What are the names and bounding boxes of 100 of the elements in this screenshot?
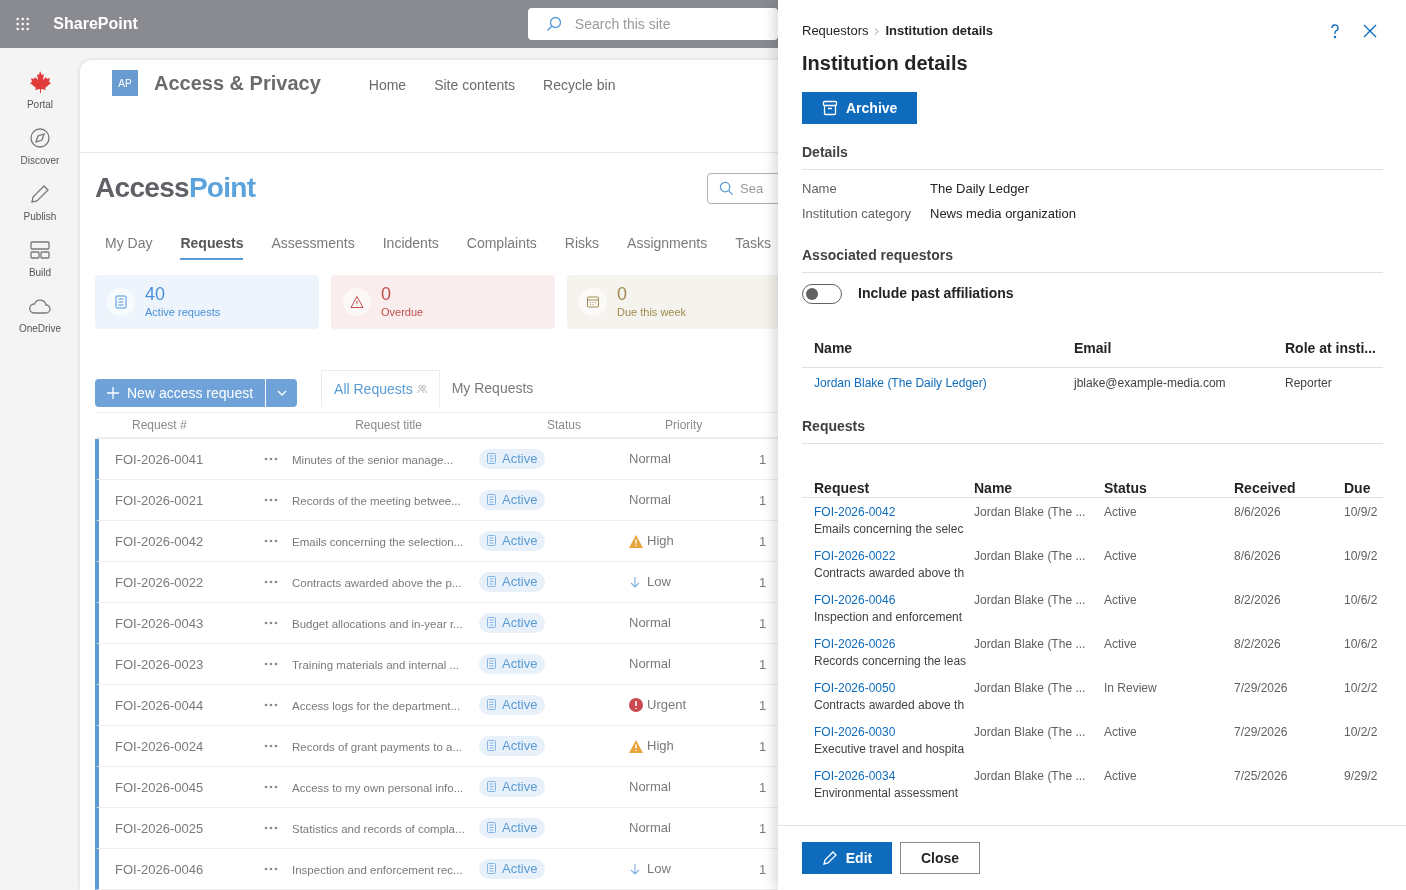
- tab[interactable]: My Day: [105, 228, 153, 260]
- column-header[interactable]: Name: [814, 340, 853, 356]
- field-value: The Daily Ledger: [930, 180, 1029, 198]
- site-logo[interactable]: AP: [112, 70, 138, 96]
- nav-link[interactable]: Site contents: [434, 75, 516, 96]
- request-link[interactable]: FOI-2026-0030: [814, 724, 896, 740]
- app-launcher-icon[interactable]: [16, 16, 30, 32]
- archive-button[interactable]: Archive: [802, 92, 918, 124]
- search-icon: [545, 16, 562, 32]
- table-cell: 1: [759, 616, 767, 631]
- section-heading: Details: [802, 144, 848, 160]
- close-button[interactable]: Close: [900, 842, 980, 874]
- tab[interactable]: Complaints: [466, 228, 537, 260]
- rail-link[interactable]: Publish: [23, 209, 57, 224]
- column-header[interactable]: Received: [1234, 480, 1296, 496]
- tab[interactable]: Incidents: [382, 228, 439, 260]
- rail-link[interactable]: Build: [28, 265, 52, 280]
- stat-card[interactable]: 0 Overdue: [331, 275, 555, 329]
- table-cell: Records of grant payments to a...: [292, 741, 463, 753]
- requestor-link[interactable]: Jordan Blake (The Daily Ledger): [814, 376, 987, 390]
- request-link[interactable]: FOI-2026-0046: [814, 592, 896, 608]
- rail-link[interactable]: Portal: [26, 97, 54, 112]
- table-cell: Inspection and enforcement rec...: [292, 864, 463, 876]
- more-icon[interactable]: [264, 867, 278, 871]
- table-cell: 10/9/2: [1344, 505, 1378, 519]
- status-badge: Active: [479, 530, 546, 551]
- status-badge: Active: [479, 735, 546, 756]
- tab[interactable]: Requests: [180, 228, 244, 260]
- column-header[interactable]: Name: [974, 480, 1013, 496]
- new-request-button[interactable]: New access request: [95, 379, 266, 407]
- priority-text: Normal: [629, 655, 671, 674]
- field-value: News media organization: [930, 205, 1076, 223]
- more-icon[interactable]: [264, 580, 278, 584]
- more-icon[interactable]: [264, 457, 278, 461]
- site-title[interactable]: Access & Privacy: [154, 70, 321, 96]
- table-cell: 1: [759, 698, 767, 713]
- app-name[interactable]: SharePoint: [53, 12, 138, 36]
- table-cell: 1: [759, 575, 767, 590]
- priority-text: Normal: [629, 450, 671, 469]
- column-header[interactable]: Status: [1104, 480, 1147, 496]
- table-cell: Reporter: [1285, 376, 1332, 390]
- rail-link[interactable]: OneDrive: [18, 321, 62, 336]
- table-cell: 8/2/2026: [1234, 637, 1281, 651]
- view-tab[interactable]: My Requests: [439, 370, 546, 407]
- dropdown-button[interactable]: [265, 379, 298, 407]
- more-icon[interactable]: [264, 662, 278, 666]
- column-header[interactable]: Request #: [132, 418, 187, 432]
- table-cell: Minutes of the senior manage...: [292, 454, 454, 466]
- document-icon: [487, 863, 496, 874]
- more-icon[interactable]: [264, 539, 278, 543]
- table-cell: FOI-2026-0044: [115, 698, 204, 713]
- tab[interactable]: Risks: [564, 228, 600, 260]
- arrow-down-icon: [629, 863, 641, 875]
- nav-link[interactable]: Recycle bin: [543, 75, 616, 96]
- status-badge: Active: [479, 694, 546, 715]
- search-field[interactable]: Search this site: [527, 8, 778, 40]
- priority-text: High: [647, 737, 674, 756]
- edit-button[interactable]: Edit: [802, 842, 892, 874]
- tab[interactable]: Assessments: [271, 228, 355, 260]
- toggle-switch[interactable]: [802, 283, 842, 304]
- tab[interactable]: Assignments: [627, 228, 708, 260]
- request-link[interactable]: FOI-2026-0050: [814, 680, 896, 696]
- column-header[interactable]: Due: [1344, 480, 1371, 496]
- rail-link[interactable]: Discover: [20, 153, 60, 168]
- request-link[interactable]: FOI-2026-0034: [814, 768, 896, 784]
- more-icon[interactable]: [264, 744, 278, 748]
- status-badge: Active: [479, 571, 546, 592]
- stat-card[interactable]: 0 Due this week: [567, 275, 778, 329]
- table-cell: Emails concerning the selection...: [292, 536, 464, 548]
- request-link[interactable]: FOI-2026-0026: [814, 636, 896, 652]
- table-cell: Active: [1104, 637, 1137, 651]
- view-tab[interactable]: All Requests: [321, 370, 440, 407]
- more-icon[interactable]: [264, 785, 278, 789]
- more-icon[interactable]: [264, 826, 278, 830]
- more-icon[interactable]: [264, 621, 278, 625]
- request-title: Records concerning the leas: [814, 653, 967, 669]
- stat-label: Overdue: [381, 304, 424, 320]
- column-header[interactable]: Email: [1074, 340, 1112, 356]
- request-link[interactable]: FOI-2026-0022: [814, 548, 896, 564]
- column-header[interactable]: Priority: [665, 418, 703, 432]
- column-header[interactable]: Request title: [355, 418, 422, 432]
- priority-text: High: [647, 532, 674, 551]
- column-header[interactable]: Status: [547, 418, 581, 432]
- breadcrumb-link[interactable]: Requestors: [802, 21, 869, 41]
- document-icon: [487, 453, 496, 464]
- column-header[interactable]: Role at insti...: [1285, 340, 1376, 356]
- tab[interactable]: Tasks: [735, 228, 771, 260]
- priority-text: Normal: [629, 614, 671, 633]
- request-link[interactable]: FOI-2026-0042: [814, 504, 896, 520]
- more-icon[interactable]: [264, 498, 278, 502]
- table-cell: FOI-2026-0021: [115, 493, 204, 508]
- section-heading: Associated requestors: [802, 247, 953, 263]
- column-header[interactable]: Request: [814, 480, 870, 496]
- more-icon[interactable]: [264, 703, 278, 707]
- stat-card[interactable]: 40 Active requests: [95, 275, 319, 329]
- request-title: Executive travel and hospita: [814, 741, 965, 757]
- status-badge: Active: [479, 448, 546, 469]
- priority-text: Normal: [629, 819, 671, 838]
- nav-link[interactable]: Home: [368, 75, 407, 96]
- table-cell: Budget allocations and in-year r...: [292, 618, 463, 630]
